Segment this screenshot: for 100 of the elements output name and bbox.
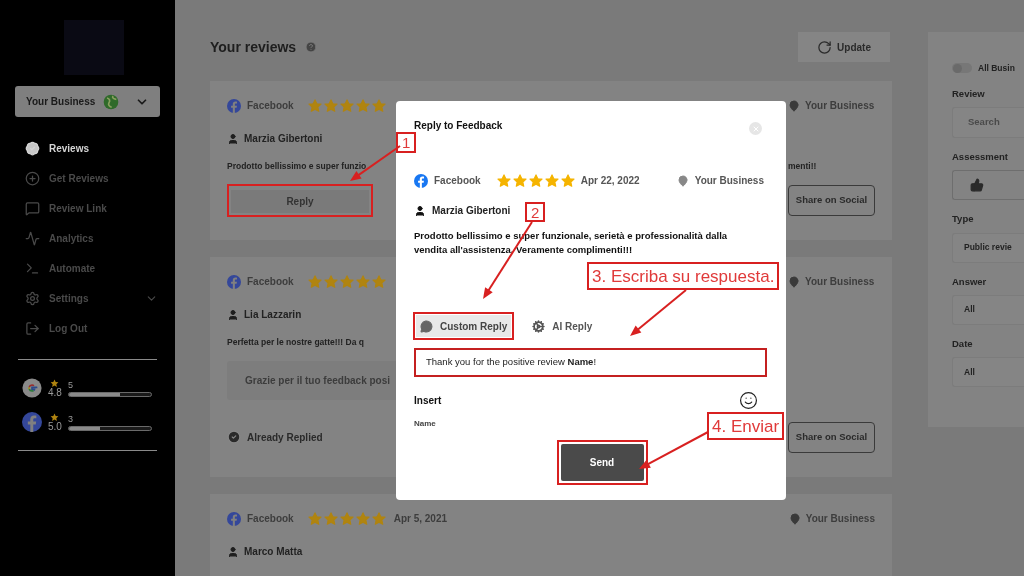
star-icon	[528, 173, 543, 188]
location-pin-icon	[788, 275, 800, 288]
nav-item[interactable]: Review Link	[25, 199, 160, 217]
business-name: Your Business	[805, 99, 875, 113]
thumbs-up-button[interactable]	[952, 170, 1024, 201]
business-dropdown[interactable]: Your Business	[15, 86, 160, 117]
star-icon	[323, 98, 338, 113]
send-button[interactable]: Send	[560, 444, 644, 481]
star-icon	[544, 173, 559, 188]
select-field[interactable]: All	[952, 294, 1024, 325]
toggle-switch[interactable]	[952, 63, 972, 74]
business-name: Your Business	[805, 275, 875, 289]
dialog-title: Reply to Feedback	[414, 119, 503, 133]
star-icon	[355, 98, 370, 113]
reply-field[interactable]: Thank you for the positive review Name!	[414, 348, 767, 377]
location-pin-icon	[676, 174, 689, 187]
help-icon[interactable]	[305, 41, 318, 53]
terminal-icon	[25, 260, 40, 276]
nav-item[interactable]: Analytics	[25, 229, 160, 247]
nav-item[interactable]: Log Out	[25, 319, 160, 337]
star-icon	[371, 511, 386, 526]
rating-score: 5.0	[48, 421, 62, 432]
star-icon	[496, 173, 511, 188]
facebook-icon	[22, 412, 42, 432]
filter-label: Date	[952, 336, 974, 351]
badge-icon	[25, 140, 40, 156]
star-icon	[371, 274, 386, 289]
select-field[interactable]: Public revie	[952, 232, 1024, 263]
reply-tab[interactable]: Custom Reply	[416, 315, 512, 337]
review-date: Apr 5, 2021	[393, 512, 448, 526]
star-icon	[512, 173, 527, 188]
person-icon	[227, 545, 239, 558]
chat-icon	[420, 319, 433, 333]
author-name: Marzia Gibertoni	[244, 132, 323, 146]
message-icon	[25, 200, 40, 216]
facebook-icon	[227, 98, 241, 113]
close-icon	[751, 124, 760, 133]
filter-label: Review	[952, 86, 986, 101]
reply-status: Already Replied	[247, 430, 323, 445]
person-icon	[227, 132, 239, 145]
location-pin-icon	[788, 512, 801, 525]
star-icon	[339, 511, 354, 526]
location-pin-icon	[788, 99, 800, 112]
star-icon	[355, 274, 370, 289]
person-icon	[414, 204, 426, 217]
source-label: Facebook	[247, 512, 294, 526]
google-icon	[22, 378, 42, 398]
refresh-icon	[817, 39, 833, 55]
review-text: menti!!	[788, 160, 818, 173]
insert-tag[interactable]: Name	[414, 418, 436, 430]
nav-item[interactable]: Get Reviews	[25, 169, 160, 187]
star-icon	[339, 98, 354, 113]
page-title: Your reviews	[210, 37, 297, 57]
share-button[interactable]: Share on Social	[788, 184, 875, 216]
business-name: Your Business	[805, 512, 875, 526]
review-date: Apr 22, 2022	[580, 174, 640, 188]
star-icon	[307, 98, 322, 113]
author-name: Marzia Gibertoni	[432, 204, 511, 218]
filter-label: Assessment	[952, 150, 1009, 164]
check-icon	[227, 430, 241, 445]
person-icon	[227, 308, 239, 321]
settings-icon	[25, 290, 40, 306]
facebook-icon	[414, 173, 428, 188]
star-icon	[50, 378, 60, 388]
facebook-icon	[227, 274, 241, 289]
insert-label: Insert	[414, 394, 442, 408]
star-icon	[339, 274, 354, 289]
select-field[interactable]: All	[952, 357, 1024, 387]
star-icon	[323, 511, 338, 526]
review-count: 5	[67, 381, 74, 390]
nav-item[interactable]: Settings	[25, 289, 160, 307]
filter-label: Type	[952, 212, 975, 227]
source-label: Facebook	[247, 275, 294, 289]
star-icon	[307, 511, 322, 526]
star-icon	[323, 274, 338, 289]
star-icon	[355, 511, 370, 526]
reply-tab[interactable]: AI Reply	[528, 315, 597, 337]
star-icon	[371, 98, 386, 113]
logout-icon	[25, 320, 40, 336]
author-name: Marco Matta	[244, 545, 303, 559]
update-button[interactable]: Update	[798, 32, 890, 62]
source-label: Facebook	[247, 99, 294, 113]
smiley-icon[interactable]	[739, 391, 758, 410]
share-button[interactable]: Share on Social	[788, 421, 875, 453]
star-icon	[307, 274, 322, 289]
author-name: Lia Lazzarin	[244, 308, 302, 322]
facebook-icon	[227, 511, 241, 526]
annotation-arrow	[630, 289, 687, 336]
business-name: Your Business	[694, 174, 764, 188]
annotation-label: 1	[396, 132, 417, 153]
search-field[interactable]: Search	[952, 107, 1024, 138]
close-button[interactable]	[749, 122, 762, 135]
annotation-label: 4. Enviar	[707, 412, 785, 440]
source-label: Facebook	[434, 174, 481, 188]
nav-item[interactable]: Automate	[25, 259, 160, 277]
nav-item[interactable]: Reviews	[25, 139, 160, 157]
review-text: Perfetta per le nostre gatte!!! Da q	[227, 336, 365, 349]
globe-icon	[103, 93, 120, 110]
gear-icon	[532, 319, 546, 333]
reply-button[interactable]: Reply	[231, 189, 369, 213]
